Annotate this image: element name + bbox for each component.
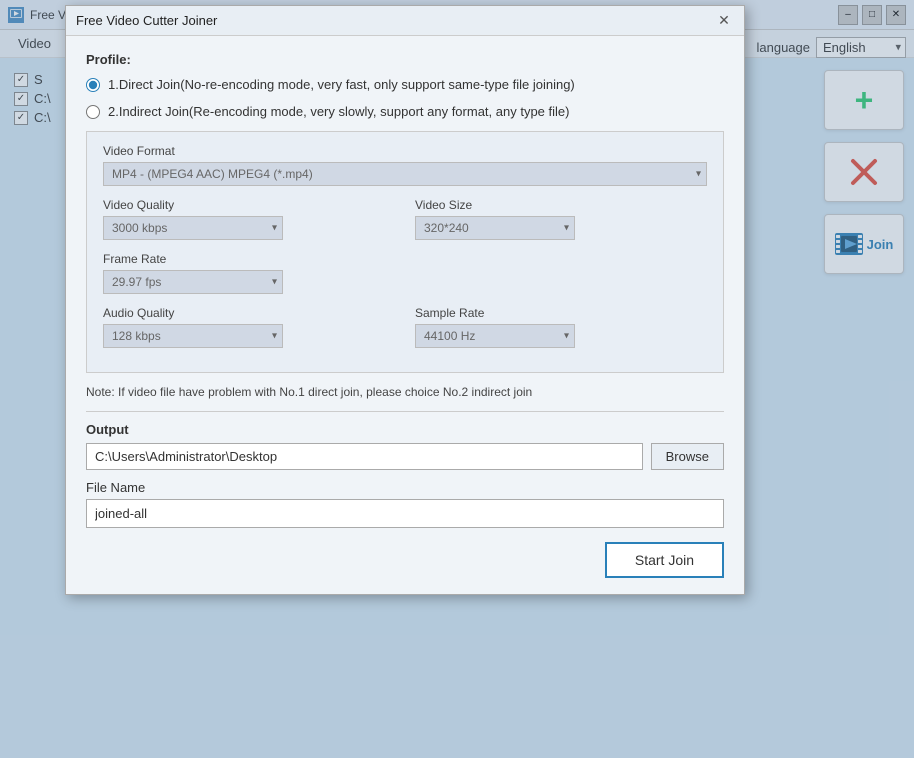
- modal-body: Profile: 1.Direct Join(No-re-encoding mo…: [66, 36, 744, 594]
- filename-input[interactable]: [86, 499, 724, 528]
- modal-title: Free Video Cutter Joiner: [76, 13, 714, 28]
- audio-quality-select-wrapper[interactable]: 128 kbps: [103, 324, 283, 348]
- direct-join-label: 1.Direct Join(No-re-encoding mode, very …: [108, 77, 575, 92]
- video-size-label: Video Size: [415, 198, 707, 212]
- audio-quality-group: Audio Quality 128 kbps: [103, 306, 395, 348]
- output-label: Output: [86, 422, 724, 437]
- fields-section: Video Format MP4 - (MPEG4 AAC) MPEG4 (*.…: [86, 131, 724, 373]
- profile-label: Profile:: [86, 52, 724, 67]
- indirect-join-radio[interactable]: [86, 105, 100, 119]
- sample-rate-select-wrapper[interactable]: 44100 Hz: [415, 324, 575, 348]
- output-section: Output Browse File Name: [86, 422, 724, 528]
- direct-join-radio[interactable]: [86, 78, 100, 92]
- frame-rate-select-wrapper[interactable]: 29.97 fps: [103, 270, 283, 294]
- video-size-select-wrapper[interactable]: 320*240: [415, 216, 575, 240]
- video-format-row: Video Format MP4 - (MPEG4 AAC) MPEG4 (*.…: [103, 144, 707, 186]
- audio-quality-select[interactable]: 128 kbps: [103, 324, 283, 348]
- audio-row: Audio Quality 128 kbps Sample Rate 44100…: [103, 306, 707, 348]
- video-format-select-wrapper[interactable]: MP4 - (MPEG4 AAC) MPEG4 (*.mp4): [103, 162, 707, 186]
- quality-size-row: Video Quality 3000 kbps Video Size 320*2…: [103, 198, 707, 240]
- frame-rate-label: Frame Rate: [103, 252, 707, 266]
- video-format-label: Video Format: [103, 144, 707, 158]
- audio-quality-label: Audio Quality: [103, 306, 395, 320]
- direct-join-option[interactable]: 1.Direct Join(No-re-encoding mode, very …: [86, 77, 724, 92]
- sample-rate-select[interactable]: 44100 Hz: [415, 324, 575, 348]
- frame-rate-group: Frame Rate 29.97 fps: [103, 252, 707, 294]
- framerate-row: Frame Rate 29.97 fps: [103, 252, 707, 294]
- video-quality-select-wrapper[interactable]: 3000 kbps: [103, 216, 283, 240]
- indirect-join-option[interactable]: 2.Indirect Join(Re-encoding mode, very s…: [86, 104, 724, 119]
- separator: [86, 411, 724, 412]
- video-format-select[interactable]: MP4 - (MPEG4 AAC) MPEG4 (*.mp4): [103, 162, 707, 186]
- note-text: Note: If video file have problem with No…: [86, 385, 724, 399]
- video-quality-select[interactable]: 3000 kbps: [103, 216, 283, 240]
- video-quality-group: Video Quality 3000 kbps: [103, 198, 395, 240]
- sample-rate-group: Sample Rate 44100 Hz: [415, 306, 707, 348]
- start-join-button[interactable]: Start Join: [605, 542, 724, 578]
- modal-titlebar: Free Video Cutter Joiner ✕: [66, 6, 744, 36]
- output-path-input[interactable]: [86, 443, 643, 470]
- modal-dialog: Free Video Cutter Joiner ✕ Profile: 1.Di…: [65, 5, 745, 595]
- filename-label: File Name: [86, 480, 724, 495]
- video-size-group: Video Size 320*240: [415, 198, 707, 240]
- indirect-join-label: 2.Indirect Join(Re-encoding mode, very s…: [108, 104, 569, 119]
- sample-rate-label: Sample Rate: [415, 306, 707, 320]
- video-format-group: Video Format MP4 - (MPEG4 AAC) MPEG4 (*.…: [103, 144, 707, 186]
- start-join-row: Start Join: [86, 542, 724, 578]
- frame-rate-select[interactable]: 29.97 fps: [103, 270, 283, 294]
- modal-close-button[interactable]: ✕: [714, 11, 734, 31]
- video-size-select[interactable]: 320*240: [415, 216, 575, 240]
- output-path-row: Browse: [86, 443, 724, 470]
- video-quality-label: Video Quality: [103, 198, 395, 212]
- browse-button[interactable]: Browse: [651, 443, 724, 470]
